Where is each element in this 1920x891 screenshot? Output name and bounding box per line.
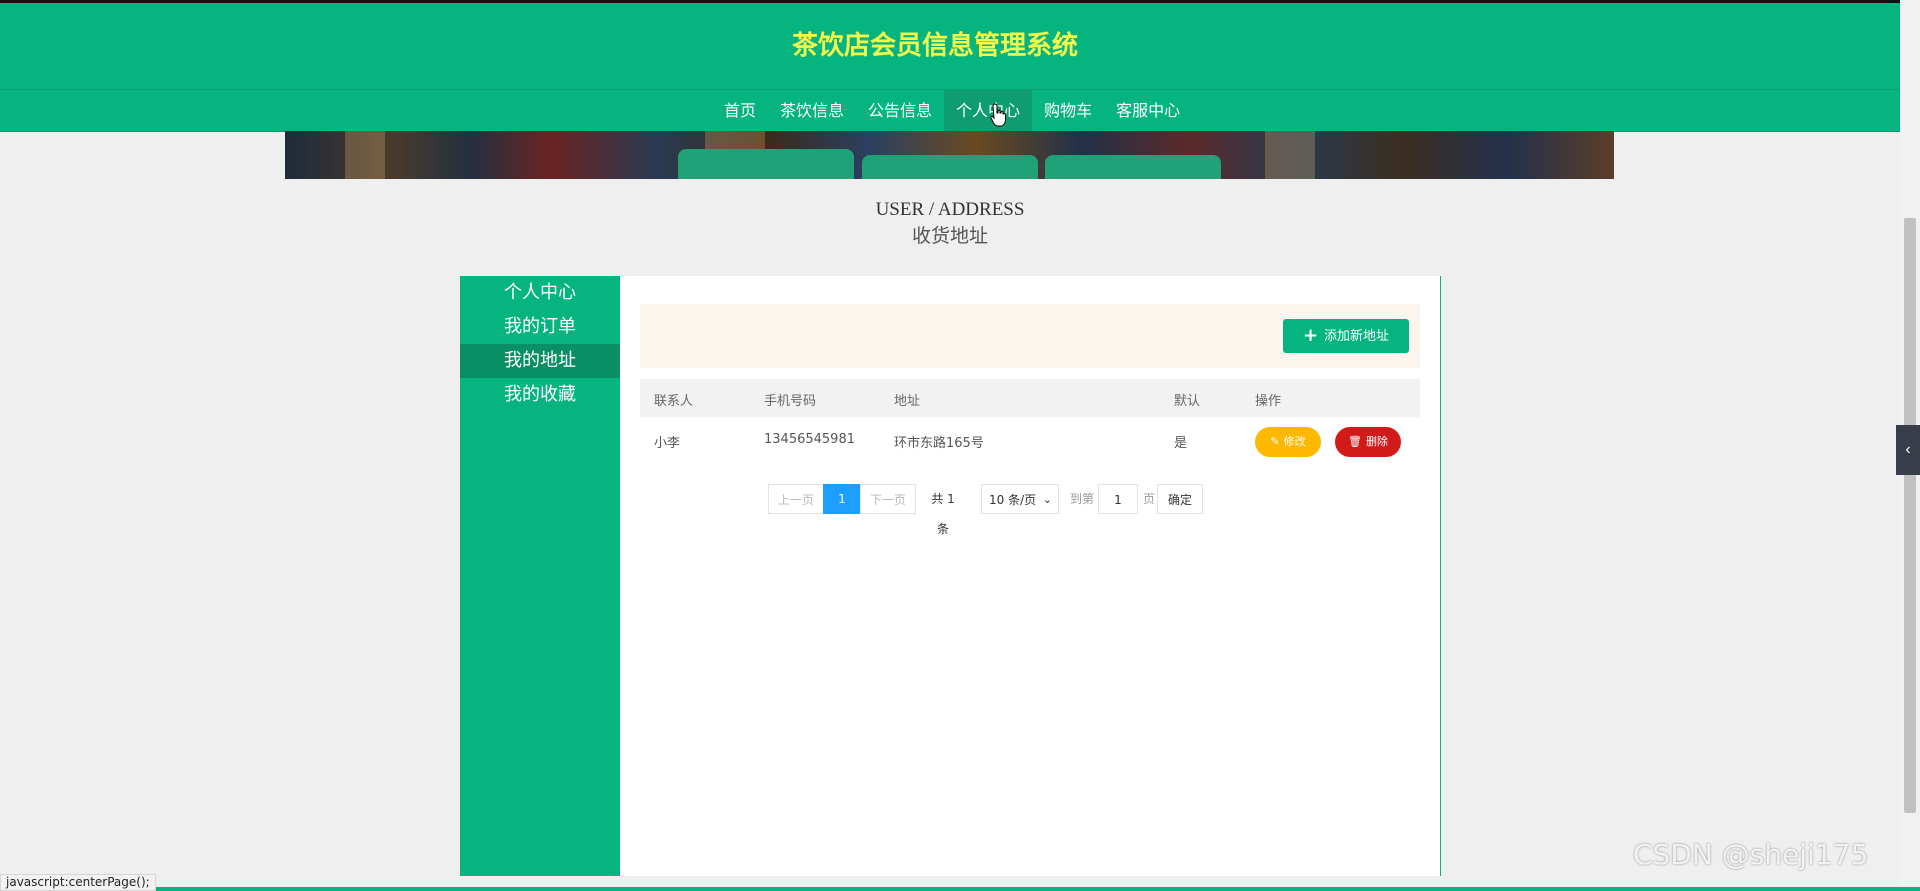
add-address-label: 添加新地址: [1324, 329, 1390, 344]
main-nav: 首页 茶饮信息 公告信息 个人中心 购物车 客服中心: [0, 89, 1900, 132]
nav-item-tea-info[interactable]: 茶饮信息: [768, 90, 856, 132]
site-header: 茶饮店会员信息管理系统: [0, 3, 1900, 89]
cell-address: 环市东路165号: [894, 436, 984, 451]
column-header-address: 地址: [894, 394, 921, 409]
column-header-contact: 联系人: [654, 394, 694, 409]
page-size-value: 10 条/页: [989, 493, 1037, 507]
nav-item-home[interactable]: 首页: [712, 90, 768, 132]
page-1-button[interactable]: 1: [823, 484, 861, 514]
user-sidebar: 个人中心 我的订单 我的地址 我的收藏: [460, 276, 620, 876]
page-unit-label: 页: [1142, 492, 1155, 506]
nav-item-cart[interactable]: 购物车: [1032, 90, 1104, 132]
section-title-en: USER / ADDRESS: [875, 199, 1025, 220]
page-size-select[interactable]: 10 条/页 ⌄: [981, 484, 1059, 514]
delete-label: 删除: [1365, 435, 1388, 448]
delete-button[interactable]: 🗑 删除: [1335, 427, 1401, 457]
plus-icon: +: [1302, 325, 1319, 346]
next-page-button[interactable]: 下一页: [860, 484, 916, 514]
column-header-default: 默认: [1174, 394, 1201, 409]
browser-status-bar: javascript:centerPage();: [0, 874, 156, 891]
sidebar-item-personal-center[interactable]: 个人中心: [460, 276, 620, 310]
column-header-actions: 操作: [1255, 394, 1282, 409]
watermark: CSDN @sheji175: [1633, 838, 1869, 871]
cell-default: 是: [1174, 436, 1188, 451]
prev-page-button[interactable]: 上一页: [768, 484, 824, 514]
scrollbar-thumb[interactable]: [1904, 218, 1916, 813]
edit-label: 修改: [1283, 435, 1306, 448]
address-toolbar: + 添加新地址: [640, 304, 1420, 368]
banner-tab[interactable]: [678, 149, 854, 179]
banner-tab[interactable]: [1045, 155, 1221, 179]
banner-tab[interactable]: [862, 155, 1038, 179]
sidebar-item-my-orders[interactable]: 我的订单: [460, 310, 620, 344]
table-row: 小李 13456545981 环市东路165号 是 ✎ 修改 🗑 删除: [640, 417, 1420, 465]
add-address-button[interactable]: + 添加新地址: [1283, 319, 1409, 353]
goto-page-input[interactable]: 1: [1098, 484, 1138, 514]
total-count: 共 1 条: [931, 492, 955, 536]
section-title-cn: 收货地址: [911, 225, 988, 247]
goto-confirm-button[interactable]: 确定: [1157, 484, 1203, 514]
chevron-down-icon: ⌄: [1042, 493, 1052, 506]
address-panel: + 添加新地址 联系人 手机号码 地址 默认 操作 小李 13456545981 …: [620, 276, 1441, 876]
nav-item-announcements[interactable]: 公告信息: [856, 90, 944, 132]
collapse-panel-tab[interactable]: ‹: [1896, 425, 1920, 475]
table-header: 联系人 手机号码 地址 默认 操作: [640, 379, 1420, 417]
chevron-left-icon: ‹: [1905, 441, 1911, 458]
footer-strip: [0, 887, 1920, 891]
nav-item-customer-service[interactable]: 客服中心: [1104, 90, 1192, 132]
column-header-phone: 手机号码: [764, 394, 817, 409]
cell-contact: 小李: [654, 436, 681, 451]
pencil-icon: ✎: [1270, 435, 1280, 448]
cell-phone: 13456545981: [764, 432, 855, 447]
edit-button[interactable]: ✎ 修改: [1255, 427, 1321, 457]
site-title: 茶饮店会员信息管理系统: [791, 31, 1078, 61]
banner-image: [285, 131, 1614, 179]
sidebar-item-my-address[interactable]: 我的地址: [460, 344, 620, 378]
goto-label: 到第: [1069, 492, 1094, 506]
trash-icon: 🗑: [1348, 435, 1362, 448]
nav-item-personal-center[interactable]: 个人中心: [944, 90, 1033, 132]
hand-cursor-icon: [990, 103, 1006, 127]
sidebar-item-my-favorites[interactable]: 我的收藏: [460, 378, 620, 412]
